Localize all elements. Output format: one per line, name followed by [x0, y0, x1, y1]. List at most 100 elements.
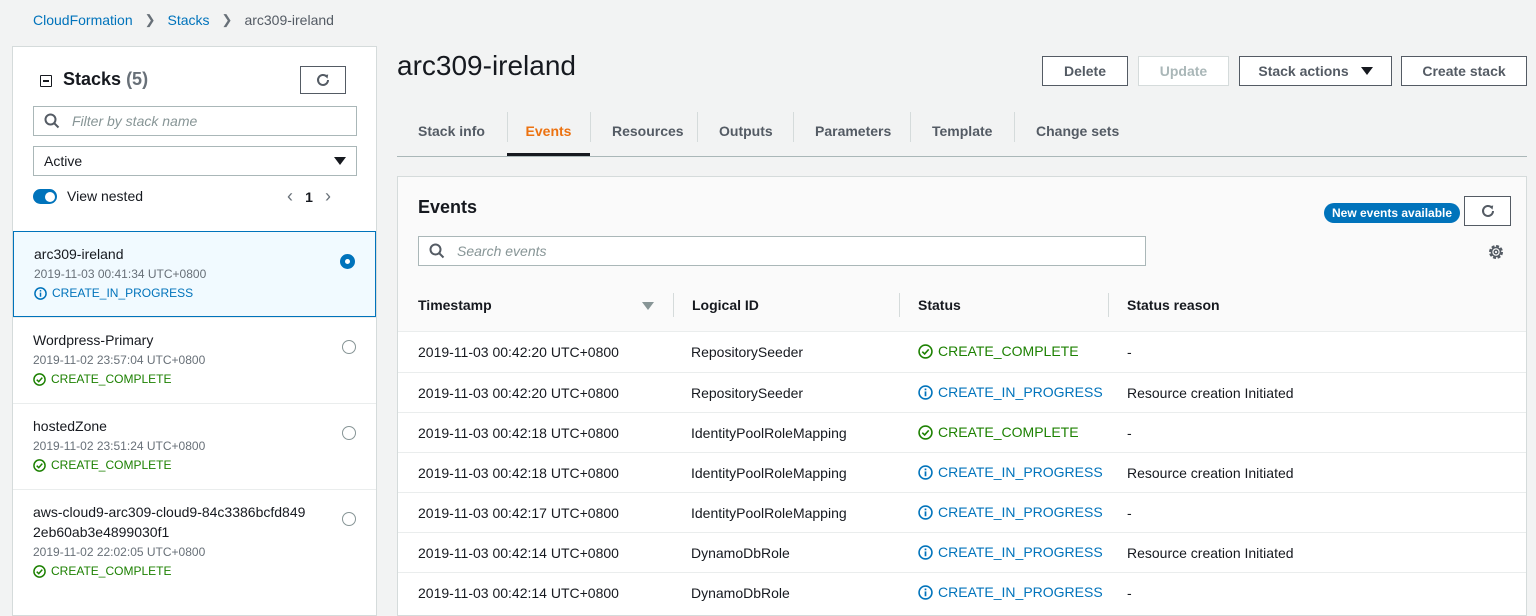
stack-status-label: CREATE_COMPLETE — [51, 564, 172, 578]
update-button[interactable]: Update — [1138, 56, 1229, 86]
table-row[interactable]: 2019-11-03 00:42:18 UTC+0800 IdentityPool… — [398, 412, 1526, 452]
table-row[interactable]: 2019-11-03 00:42:17 UTC+0800 IdentityPool… — [398, 492, 1526, 532]
column-header-status[interactable]: Status — [918, 297, 961, 313]
column-header-status-reason[interactable]: Status reason — [1127, 297, 1220, 313]
event-timestamp: 2019-11-03 00:42:17 UTC+0800 — [418, 505, 619, 521]
info-icon — [918, 504, 933, 520]
table-row[interactable]: 2019-11-03 00:42:20 UTC+0800 RepositorySe… — [398, 372, 1526, 412]
event-status: CREATE_IN_PROGRESS — [918, 504, 1103, 520]
stacks-count: (5) — [126, 69, 149, 89]
stack-item[interactable]: hostedZone 2019-11-02 23:51:24 UTC+0800 … — [13, 403, 376, 489]
chevron-right-icon[interactable]: › — [317, 186, 339, 207]
check-circle-icon — [918, 424, 933, 440]
breadcrumb: CloudFormation ❯ Stacks ❯ arc309-ireland — [33, 12, 334, 28]
event-logical-id: IdentityPoolRoleMapping — [691, 505, 847, 521]
search-icon — [44, 113, 60, 129]
stack-item[interactable]: aws-cloud9-arc309-cloud9-84c3386bcfd849 … — [13, 489, 376, 595]
stack-name[interactable]: Wordpress-Primary — [33, 330, 356, 350]
breadcrumb-current: arc309-ireland — [244, 12, 334, 28]
refresh-icon — [1481, 204, 1494, 217]
check-circle-icon — [33, 372, 46, 386]
column-header-timestamp[interactable]: Timestamp — [418, 297, 492, 313]
tab-parameters[interactable]: Parameters — [815, 108, 891, 154]
events-panel: Events New events available Timestamp Lo… — [397, 176, 1527, 616]
collapse-icon[interactable] — [40, 75, 52, 87]
table-row[interactable]: 2019-11-03 00:42:20 UTC+0800 RepositorySe… — [398, 332, 1526, 372]
table-row[interactable]: 2019-11-03 00:42:14 UTC+0800 DynamoDbRole… — [398, 572, 1526, 612]
stack-radio[interactable] — [340, 254, 355, 269]
check-circle-icon — [33, 458, 46, 472]
stack-radio[interactable] — [342, 340, 356, 354]
info-icon — [918, 584, 933, 600]
refresh-events-button[interactable] — [1464, 196, 1511, 226]
stack-filter-input[interactable] — [70, 112, 356, 130]
events-title: Events — [418, 197, 478, 217]
events-table-body: 2019-11-03 00:42:20 UTC+0800 RepositorySe… — [398, 332, 1526, 612]
stack-status-label: CREATE_IN_PROGRESS — [52, 286, 194, 300]
stack-name[interactable]: arc309-ireland — [34, 244, 355, 264]
events-search-wrap — [418, 236, 1146, 266]
tab-template[interactable]: Template — [932, 108, 992, 154]
event-logical-id: RepositorySeeder — [691, 385, 804, 401]
info-icon — [34, 286, 47, 300]
event-status-label: CREATE_COMPLETE — [938, 343, 1079, 359]
stack-item[interactable]: arc309-ireland 2019-11-03 00:41:34 UTC+0… — [13, 231, 376, 317]
tab-resources[interactable]: Resources — [612, 108, 684, 154]
stack-item[interactable]: Wordpress-Primary 2019-11-02 23:57:04 UT… — [13, 317, 376, 403]
info-icon — [918, 464, 933, 480]
sort-desc-icon[interactable] — [642, 302, 654, 310]
event-logical-id: DynamoDbRole — [691, 545, 790, 561]
event-logical-id: IdentityPoolRoleMapping — [691, 465, 847, 481]
stack-status: CREATE_COMPLETE — [33, 458, 356, 472]
page-title: arc309-ireland — [397, 50, 576, 81]
table-row[interactable]: 2019-11-03 00:42:18 UTC+0800 IdentityPool… — [398, 452, 1526, 492]
tab-events[interactable]: Events — [507, 108, 590, 156]
event-logical-id: DynamoDbRole — [691, 585, 790, 601]
event-status-label: CREATE_IN_PROGRESS — [938, 544, 1103, 560]
event-timestamp: 2019-11-03 00:42:14 UTC+0800 — [418, 585, 619, 601]
stack-status-label: CREATE_COMPLETE — [51, 372, 172, 386]
stacks-pagination: ‹ 1 › — [279, 186, 339, 207]
event-status-reason: - — [1127, 344, 1132, 360]
event-status-label: CREATE_IN_PROGRESS — [938, 584, 1103, 600]
event-status-reason: Resource creation Initiated — [1127, 545, 1294, 561]
info-icon — [918, 544, 933, 560]
new-events-badge[interactable]: New events available — [1324, 203, 1461, 223]
stack-radio[interactable] — [342, 426, 356, 440]
tab-stack-info[interactable]: Stack info — [418, 108, 485, 154]
search-icon — [429, 243, 445, 259]
stacks-title-label: Stacks — [63, 69, 122, 89]
tab-bar: Stack info Events Resources Outputs Para… — [397, 108, 1527, 157]
chevron-right-icon: ❯ — [144, 12, 156, 27]
events-search-input[interactable] — [455, 242, 1145, 260]
table-row[interactable]: 2019-11-03 00:42:14 UTC+0800 DynamoDbRole… — [398, 532, 1526, 572]
tab-change-sets[interactable]: Change sets — [1036, 108, 1119, 154]
column-header-logical-id[interactable]: Logical ID — [692, 297, 759, 313]
stack-status: CREATE_COMPLETE — [33, 564, 356, 578]
gear-icon[interactable] — [1487, 243, 1505, 261]
breadcrumb-stacks[interactable]: Stacks — [168, 12, 210, 28]
view-nested-toggle[interactable] — [33, 189, 57, 204]
stack-name[interactable]: hostedZone — [33, 416, 356, 436]
event-timestamp: 2019-11-03 00:42:14 UTC+0800 — [418, 545, 619, 561]
tab-outputs[interactable]: Outputs — [719, 108, 773, 154]
chevron-right-icon: ❯ — [221, 12, 233, 27]
status-filter-select[interactable]: Active — [33, 146, 357, 176]
chevron-left-icon[interactable]: ‹ — [279, 186, 301, 207]
breadcrumb-cloudformation[interactable]: CloudFormation — [33, 12, 133, 28]
event-status-label: CREATE_IN_PROGRESS — [938, 504, 1103, 520]
caret-down-icon — [334, 157, 346, 165]
event-timestamp: 2019-11-03 00:42:20 UTC+0800 — [418, 344, 619, 360]
stack-actions-button[interactable]: Stack actions — [1239, 56, 1392, 86]
event-status: CREATE_COMPLETE — [918, 424, 1079, 440]
event-status-reason: - — [1127, 505, 1132, 521]
create-stack-button[interactable]: Create stack — [1401, 56, 1527, 86]
refresh-stacks-button[interactable] — [300, 66, 346, 94]
event-status-label: CREATE_IN_PROGRESS — [938, 464, 1103, 480]
delete-button[interactable]: Delete — [1042, 56, 1128, 86]
stack-name[interactable]: aws-cloud9-arc309-cloud9-84c3386bcfd849 … — [33, 502, 356, 542]
page-number[interactable]: 1 — [301, 189, 317, 205]
info-icon — [918, 384, 933, 400]
event-status: CREATE_IN_PROGRESS — [918, 384, 1103, 400]
stack-radio[interactable] — [342, 512, 356, 526]
